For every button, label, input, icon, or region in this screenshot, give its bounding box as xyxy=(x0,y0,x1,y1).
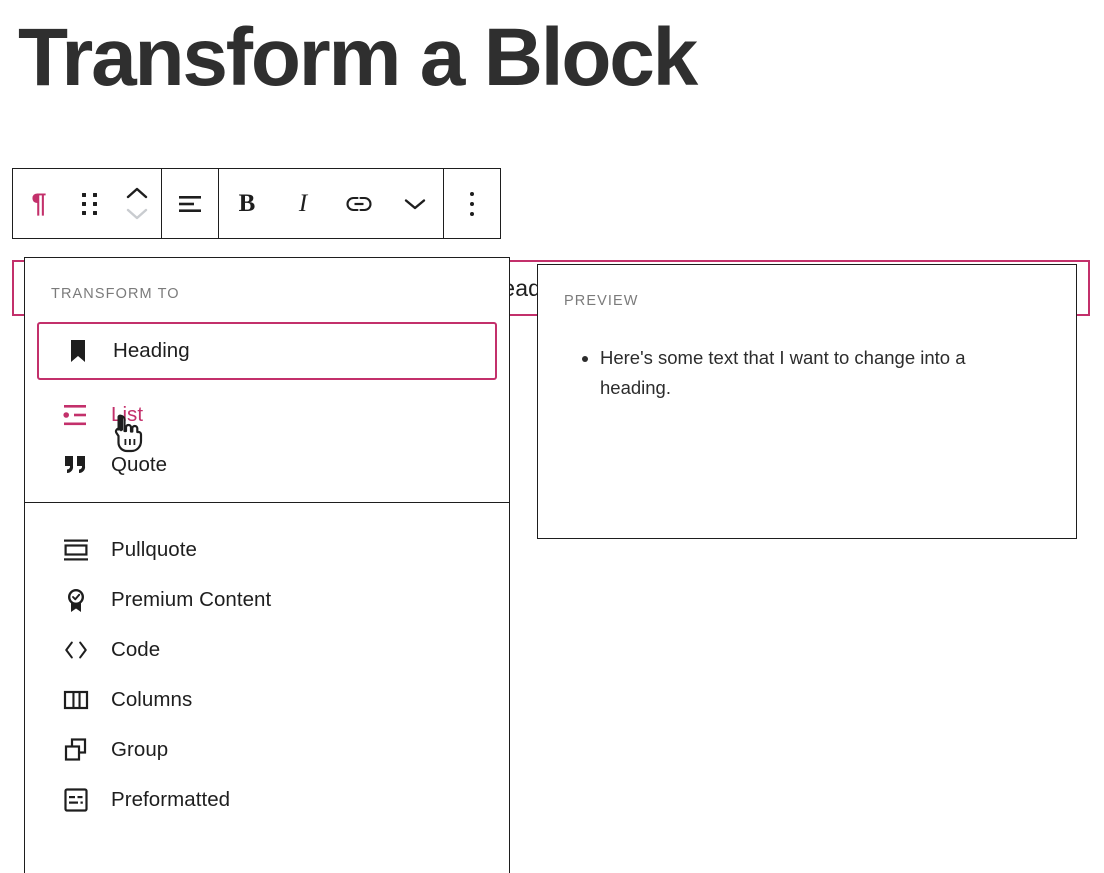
pullquote-icon xyxy=(63,537,89,563)
bookmark-icon xyxy=(65,338,91,364)
transform-option-premium-content[interactable]: Premium Content xyxy=(35,575,499,625)
drag-handle-icon xyxy=(81,192,97,215)
more-rich-text-button[interactable] xyxy=(387,169,443,238)
block-type-paragraph-button[interactable]: ¶ xyxy=(13,169,65,238)
group-squares-icon xyxy=(63,737,89,763)
transform-option-heading[interactable]: Heading xyxy=(37,322,497,380)
transform-option-label: Quote xyxy=(111,453,168,476)
transform-option-label: Columns xyxy=(111,688,193,711)
preview-panel: PREVIEW Here's some text that I want to … xyxy=(537,264,1077,539)
transform-option-label: Pullquote xyxy=(111,538,197,561)
list-icon xyxy=(63,402,89,428)
transform-option-label: Preformatted xyxy=(111,788,231,811)
toolbar-group-align xyxy=(161,169,218,238)
paragraph-pilcrow-icon: ¶ xyxy=(31,188,47,218)
transform-option-list[interactable]: List xyxy=(35,390,499,440)
block-toolbar: ¶ B I xyxy=(12,168,501,239)
transform-option-pullquote[interactable]: Pullquote xyxy=(35,525,499,575)
columns-icon xyxy=(63,687,89,713)
italic-icon: I xyxy=(298,189,308,217)
link-icon xyxy=(345,193,373,215)
chevron-up-down-icon xyxy=(126,187,148,220)
award-badge-icon xyxy=(63,587,89,613)
quote-marks-icon xyxy=(63,452,89,478)
transform-option-quote[interactable]: Quote xyxy=(35,440,499,490)
transform-option-group[interactable]: Group xyxy=(35,725,499,775)
screen: Transform a Block Here's some text that … xyxy=(0,0,1104,873)
transform-option-label: Premium Content xyxy=(111,588,272,611)
transform-option-columns[interactable]: Columns xyxy=(35,675,499,725)
italic-button[interactable]: I xyxy=(275,169,331,238)
angle-brackets-icon xyxy=(63,637,89,663)
chevron-down-icon xyxy=(403,197,427,211)
bold-button[interactable]: B xyxy=(219,169,275,238)
link-button[interactable] xyxy=(331,169,387,238)
align-text-button[interactable] xyxy=(162,169,218,238)
transform-option-label: List xyxy=(111,403,144,426)
transform-menu-group-secondary: Pullquote Premium Content Code Columns G… xyxy=(25,502,509,837)
list-item: Here's some text that I want to change i… xyxy=(600,343,1030,402)
transform-menu-group-primary: Heading List Quote xyxy=(25,322,509,502)
transform-option-code[interactable]: Code xyxy=(35,625,499,675)
preview-content-list: Here's some text that I want to change i… xyxy=(600,343,1030,402)
toolbar-group-format: B I xyxy=(218,169,443,238)
more-options-button[interactable] xyxy=(444,169,500,238)
transform-option-label: Code xyxy=(111,638,161,661)
drag-handle-button[interactable] xyxy=(65,169,113,238)
transform-option-label: Heading xyxy=(113,339,190,362)
transform-to-label: TRANSFORM TO xyxy=(51,286,180,302)
transform-option-label: Group xyxy=(111,738,169,761)
align-text-icon xyxy=(176,193,204,215)
page-title: Transform a Block xyxy=(18,12,698,103)
transform-to-menu: TRANSFORM TO Heading List Quote Pullquot… xyxy=(24,257,510,873)
toolbar-group-options xyxy=(443,169,500,238)
transform-option-preformatted[interactable]: Preformatted xyxy=(35,775,499,825)
move-updown-button[interactable] xyxy=(113,169,161,238)
vertical-dots-icon xyxy=(470,191,474,216)
bold-icon: B xyxy=(238,189,256,217)
preformatted-icon xyxy=(63,787,89,813)
toolbar-group-block: ¶ xyxy=(13,169,161,238)
preview-label: PREVIEW xyxy=(564,293,639,309)
